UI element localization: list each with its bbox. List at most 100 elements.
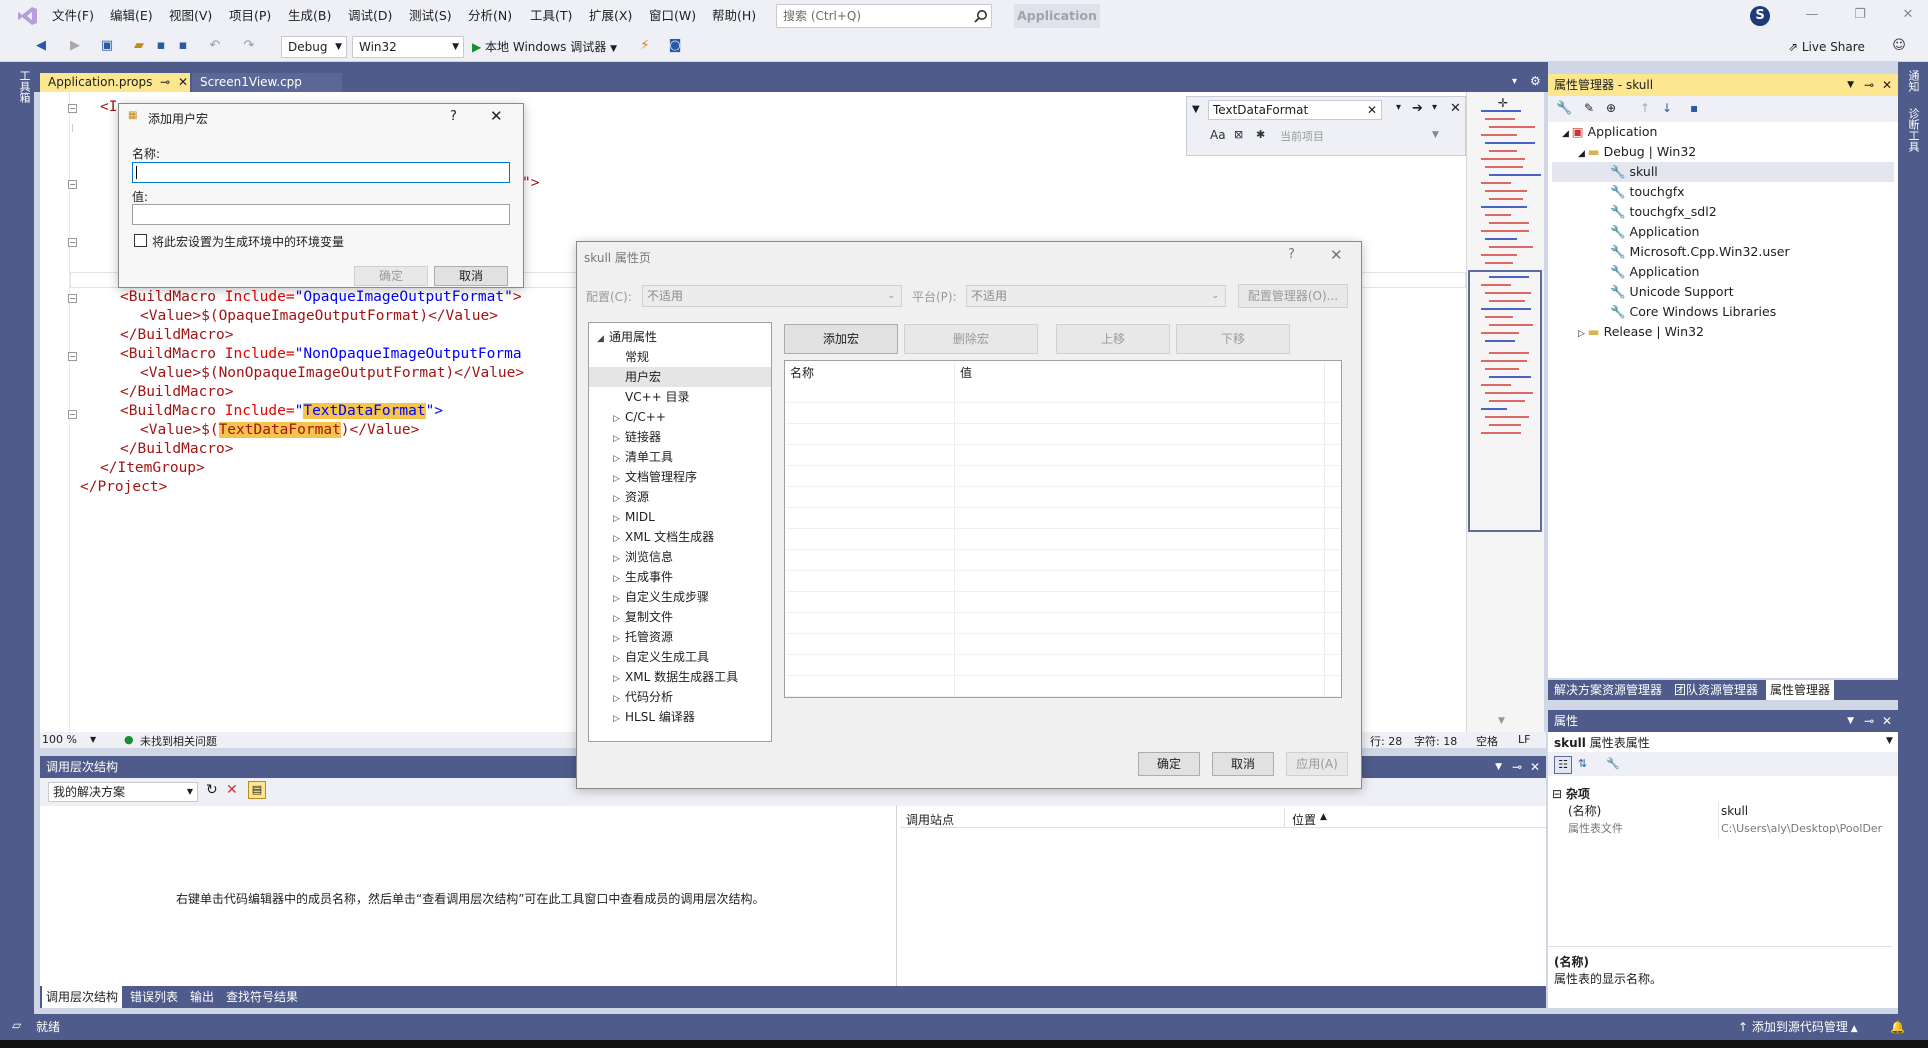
category-tree-item[interactable]: ▷ HLSL 编译器 — [589, 707, 771, 727]
screenshot-icon[interactable]: ◙ — [666, 37, 684, 55]
close-icon[interactable]: ✕ — [1450, 101, 1461, 116]
undo-icon[interactable]: ↶ — [206, 37, 224, 55]
tree-row-release[interactable]: ▷ ▬ Release | Win32 — [1578, 322, 1704, 342]
tree-row-debug[interactable]: ◢ ▬ Debug | Win32 — [1578, 142, 1696, 162]
help-icon[interactable]: ? — [1288, 247, 1295, 262]
tree-row-application[interactable]: 🔧 Application — [1610, 262, 1699, 282]
apply-button[interactable]: 应用(A) — [1286, 752, 1348, 776]
move-up-icon[interactable]: ↑ — [1640, 101, 1650, 115]
category-tree-item[interactable]: ▷ 浏览信息 — [589, 547, 771, 567]
whole-word-icon[interactable]: ⊠ — [1234, 128, 1243, 141]
minimize-icon[interactable]: — — [1800, 5, 1824, 25]
properties-object-select[interactable]: skull 属性表属性 — [1554, 734, 1650, 751]
ok-button[interactable]: 确定 — [1138, 752, 1200, 776]
col-call-site[interactable]: 调用站点 — [906, 811, 954, 828]
category-tree-item[interactable]: ▷ XML 文档生成器 — [589, 527, 771, 547]
category-tree-item[interactable]: ▷ 生成事件 — [589, 567, 771, 587]
chevron-down-icon[interactable]: ▾ — [1432, 102, 1437, 113]
start-debugging-button[interactable]: ▶ 本地 Windows 调试器 ▼ — [472, 36, 617, 58]
menu-help[interactable]: 帮助(H) — [712, 0, 756, 32]
close-icon[interactable]: ✕ — [490, 107, 503, 125]
col-location[interactable]: 位置 — [1292, 811, 1316, 828]
category-tree-item[interactable]: ▷ 文档管理程序 — [589, 467, 771, 487]
tab-team-explorer[interactable]: 团队资源管理器 — [1670, 680, 1762, 700]
category-tree-item[interactable]: ▷ 代码分析 — [589, 687, 771, 707]
close-icon[interactable]: ✕ — [178, 73, 188, 92]
platform-select[interactable]: 不适用 ⌄ — [966, 285, 1226, 307]
fold-toggle[interactable]: − — [68, 294, 77, 303]
property-pages-icon[interactable]: 🔧 — [1606, 757, 1620, 770]
scroll-down-icon[interactable]: ▼ — [1498, 716, 1505, 726]
splitter[interactable] — [896, 806, 897, 986]
save-icon[interactable]: ▪ — [152, 37, 170, 55]
tree-row-unicode[interactable]: 🔧 Unicode Support — [1610, 282, 1734, 302]
category-tree-item[interactable]: ▷ XML 数据生成器工具 — [589, 667, 771, 687]
cancel-button[interactable]: 取消 — [1212, 752, 1274, 776]
tree-row-touchgfx-sdl2[interactable]: 🔧 touchgfx_sdl2 — [1610, 202, 1717, 222]
properties-icon[interactable]: 🔧 — [1556, 101, 1572, 116]
chevron-down-icon[interactable]: ▼ — [1495, 756, 1502, 778]
category-tree-item[interactable]: 常规 — [589, 347, 771, 367]
macro-value-input[interactable] — [132, 204, 510, 225]
category-row[interactable]: ⊟ 杂项 — [1552, 785, 1590, 802]
save-all-icon[interactable]: ▪ — [174, 37, 192, 55]
issues-status[interactable]: 未找到相关问题 — [140, 733, 217, 749]
category-tree-item[interactable]: 用户宏 — [589, 367, 771, 387]
back-icon[interactable]: ◀ — [32, 37, 50, 55]
chevron-down-icon[interactable]: ▼ — [1847, 74, 1854, 96]
close-icon[interactable]: ✕ — [1882, 74, 1892, 96]
close-icon[interactable]: ✕ — [1896, 5, 1920, 25]
live-share-button[interactable]: ⇗ Live Share — [1788, 36, 1865, 58]
config-select[interactable]: Debug ▼ — [281, 36, 347, 58]
cancel-icon[interactable]: ✕ — [226, 782, 238, 798]
split-icon[interactable]: ✛ — [1498, 96, 1508, 110]
toolbox-tab[interactable]: 工具箱 — [18, 70, 31, 103]
tree-row-project[interactable]: ◢ ▣ Application — [1562, 122, 1657, 142]
tab-error-list[interactable]: 错误列表 — [126, 986, 182, 1008]
menu-analyze[interactable]: 分析(N) — [468, 0, 512, 32]
tree-row-touchgfx[interactable]: 🔧 touchgfx — [1610, 182, 1685, 202]
pin-icon[interactable]: ⊸ — [160, 73, 170, 92]
chevron-down-icon[interactable]: ▼ — [1192, 104, 1200, 115]
refresh-icon[interactable]: ↻ — [206, 782, 218, 798]
menu-tools[interactable]: 工具(T) — [530, 0, 572, 32]
chevron-down-icon[interactable]: ▼ — [90, 735, 96, 744]
close-icon[interactable]: ✕ — [1530, 756, 1540, 778]
tab-solution-explorer[interactable]: 解决方案资源管理器 — [1550, 680, 1666, 700]
tab-list-icon[interactable]: ▾ — [1512, 76, 1517, 87]
fold-toggle[interactable]: − — [68, 104, 77, 113]
notification-bell-icon[interactable]: 🔔 — [1890, 1014, 1905, 1040]
category-tree-item[interactable]: ▷ 清单工具 — [589, 447, 771, 467]
env-var-checkbox[interactable] — [134, 234, 147, 247]
find-next-icon[interactable]: ➔ — [1412, 101, 1423, 116]
redo-icon[interactable]: ↷ — [240, 37, 258, 55]
source-control-button[interactable]: ↑ 添加到源代码管理 ▲ — [1738, 1014, 1858, 1042]
gear-icon[interactable]: ⚙ — [1530, 74, 1541, 88]
pin-icon[interactable]: ⊸ — [1864, 74, 1874, 96]
tab-screen1view[interactable]: Screen1View.cpp — [192, 73, 342, 92]
category-tree-item[interactable]: ▷ C/C++ — [589, 407, 771, 427]
tab-output[interactable]: 输出 — [186, 986, 218, 1008]
chevron-down-icon[interactable]: ▼ — [1847, 710, 1854, 732]
macro-name-input[interactable] — [132, 162, 510, 183]
save-icon[interactable]: ▪ — [1690, 101, 1698, 115]
category-tree-item[interactable]: ▷ MIDL — [589, 507, 771, 527]
hot-reload-icon[interactable]: ⚡ — [636, 37, 654, 55]
tree-row-skull[interactable]: 🔧 skull — [1552, 162, 1894, 182]
history-icon[interactable]: ▾ — [1396, 102, 1401, 113]
categorized-icon[interactable]: ☷ — [1554, 756, 1572, 774]
clear-icon[interactable]: ✕ — [1367, 101, 1377, 119]
category-tree-item[interactable]: VC++ 目录 — [589, 387, 771, 407]
add-existing-sheet-icon[interactable]: ⊕ — [1606, 101, 1616, 115]
move-up-button[interactable]: 上移 — [1056, 324, 1170, 354]
regex-icon[interactable]: ✱ — [1256, 128, 1265, 141]
ok-button[interactable]: 确定 — [354, 266, 428, 286]
chevron-down-icon[interactable]: ▼ — [1432, 130, 1439, 140]
pin-icon[interactable]: ⊸ — [1864, 710, 1874, 732]
zoom-select[interactable]: 100 % — [42, 733, 77, 746]
tree-row-application[interactable]: 🔧 Application — [1610, 222, 1699, 242]
category-tree-item[interactable]: ▷ 自定义生成工具 — [589, 647, 771, 667]
tab-find-symbol[interactable]: 查找符号结果 — [222, 986, 302, 1008]
open-folder-icon[interactable]: ▰ — [130, 37, 148, 55]
platform-select[interactable]: Win32 ▼ — [352, 36, 464, 58]
